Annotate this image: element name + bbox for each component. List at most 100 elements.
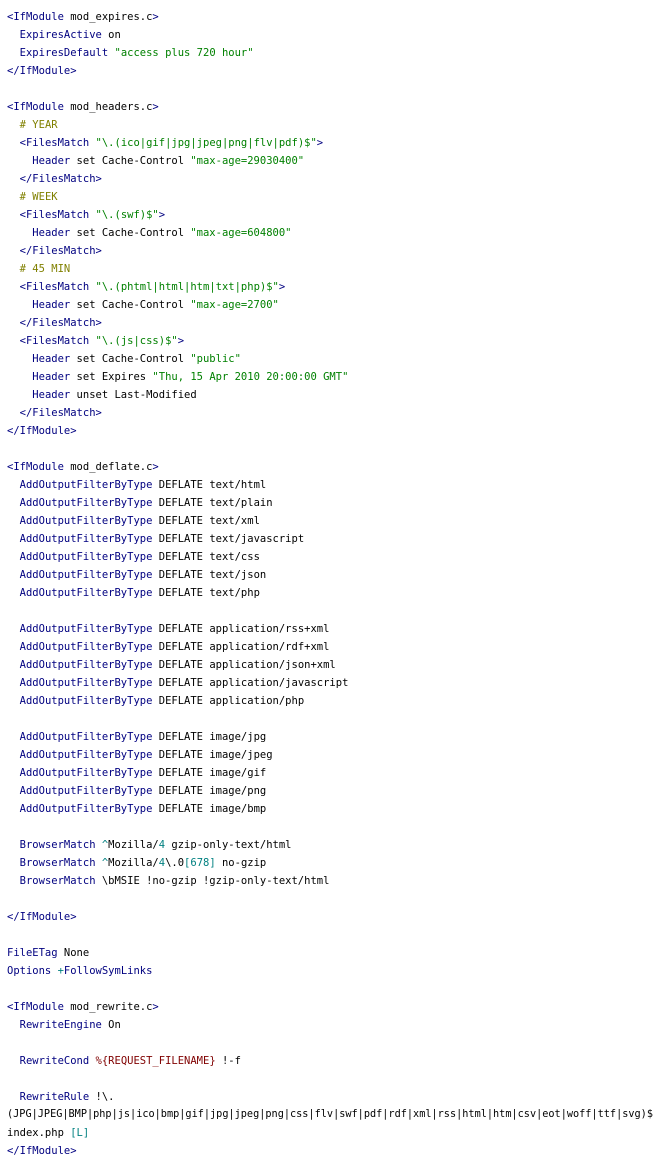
code-line: AddOutputFilterByType DEFLATE applicatio… bbox=[7, 692, 657, 710]
code-tag: <IfModule bbox=[7, 1001, 64, 1013]
code-line: # WEEK bbox=[7, 188, 657, 206]
code-directive: Header bbox=[32, 299, 71, 311]
code-tag: > bbox=[316, 137, 324, 149]
code-directive: AddOutputFilterByType bbox=[19, 659, 153, 671]
code-line: # 45 MIN bbox=[7, 260, 657, 278]
code-text: DEFLATE text/javascript bbox=[152, 533, 305, 545]
code-string: "public" bbox=[190, 353, 241, 365]
code-tag: </FilesMatch> bbox=[19, 317, 102, 329]
code-tag: > bbox=[152, 1001, 159, 1013]
code-line: AddOutputFilterByType DEFLATE text/xml bbox=[7, 512, 657, 530]
code-directive: AddOutputFilterByType bbox=[19, 785, 153, 797]
code-listing: <IfModule mod_expires.c> ExpiresActive o… bbox=[7, 8, 657, 1160]
code-comment: # YEAR bbox=[19, 119, 58, 131]
code-tag: </IfModule> bbox=[7, 65, 77, 77]
code-string: "max-age=2700" bbox=[190, 299, 279, 311]
code-text: DEFLATE text/json bbox=[152, 569, 267, 581]
code-line: index.php [L] bbox=[7, 1124, 657, 1142]
code-text: !-f bbox=[215, 1055, 241, 1067]
code-line: </FilesMatch> bbox=[7, 314, 657, 332]
code-directive: AddOutputFilterByType bbox=[19, 695, 153, 707]
code-text: DEFLATE text/html bbox=[152, 479, 267, 491]
code-text: \bMSIE !no-gzip !gzip-only-text/html bbox=[95, 875, 330, 887]
code-text: DEFLATE application/rdf+xml bbox=[152, 641, 330, 653]
code-tag: > bbox=[152, 461, 159, 473]
code-text: DEFLATE text/php bbox=[152, 587, 260, 599]
code-directive: AddOutputFilterByType bbox=[19, 677, 153, 689]
code-directive: AddOutputFilterByType bbox=[19, 731, 153, 743]
code-line: <FilesMatch "\.(js|css)$"> bbox=[7, 332, 657, 350]
code-directive: Header bbox=[32, 389, 71, 401]
code-text: DEFLATE application/json+xml bbox=[152, 659, 336, 671]
code-directive: AddOutputFilterByType bbox=[19, 569, 153, 581]
code-directive: AddOutputFilterByType bbox=[19, 515, 153, 527]
code-text: !\. bbox=[89, 1091, 115, 1103]
code-line: RewriteRule !\. bbox=[7, 1088, 657, 1106]
code-directive: Header bbox=[32, 155, 71, 167]
code-text: DEFLATE application/php bbox=[152, 695, 305, 707]
code-line: Header unset Last-Modified bbox=[7, 386, 657, 404]
code-directive: RewriteEngine bbox=[19, 1019, 102, 1031]
code-text: on bbox=[101, 29, 121, 41]
code-text: DEFLATE text/xml bbox=[152, 515, 260, 527]
code-line: RewriteCond %{REQUEST_FILENAME} !-f bbox=[7, 1052, 657, 1070]
code-directive: Header bbox=[32, 353, 71, 365]
code-line: ExpiresActive on bbox=[7, 26, 657, 44]
code-directive: AddOutputFilterByType bbox=[19, 497, 153, 509]
code-line: BrowserMatch ^Mozilla/4\.0[678] no-gzip bbox=[7, 854, 657, 872]
code-line: </IfModule> bbox=[7, 1142, 657, 1160]
code-tag: > bbox=[152, 11, 159, 23]
code-string: "\.(js|css)$" bbox=[95, 335, 178, 347]
code-text: DEFLATE text/plain bbox=[152, 497, 273, 509]
code-tag: </FilesMatch> bbox=[19, 173, 102, 185]
code-directive: BrowserMatch bbox=[19, 839, 96, 851]
code-line: Header set Expires "Thu, 15 Apr 2010 20:… bbox=[7, 368, 657, 386]
code-line: Header set Cache-Control "max-age=604800… bbox=[7, 224, 657, 242]
code-text: mod_deflate.c bbox=[63, 461, 153, 473]
code-line: AddOutputFilterByType DEFLATE image/jpeg bbox=[7, 746, 657, 764]
code-line: AddOutputFilterByType DEFLATE image/png bbox=[7, 782, 657, 800]
code-tag: <FilesMatch bbox=[19, 137, 90, 149]
code-line: </IfModule> bbox=[7, 422, 657, 440]
code-line: AddOutputFilterByType DEFLATE image/bmp bbox=[7, 800, 657, 818]
code-directive: AddOutputFilterByType bbox=[19, 803, 153, 815]
code-line: AddOutputFilterByType DEFLATE text/html bbox=[7, 476, 657, 494]
code-text: index.php bbox=[7, 1127, 71, 1139]
code-directive: FileETag bbox=[7, 947, 58, 959]
code-comment: # 45 MIN bbox=[19, 263, 71, 275]
code-tag: > bbox=[152, 101, 159, 113]
code-line: AddOutputFilterByType DEFLATE text/php bbox=[7, 584, 657, 602]
code-directive: BrowserMatch bbox=[19, 875, 96, 887]
code-text: DEFLATE image/png bbox=[152, 785, 267, 797]
code-line: <IfModule mod_expires.c> bbox=[7, 8, 657, 26]
code-line: AddOutputFilterByType DEFLATE applicatio… bbox=[7, 674, 657, 692]
code-line: <IfModule mod_rewrite.c> bbox=[7, 998, 657, 1016]
code-line: </IfModule> bbox=[7, 908, 657, 926]
code-text: DEFLATE image/jpg bbox=[152, 731, 267, 743]
code-tag: <IfModule bbox=[7, 101, 64, 113]
code-line: AddOutputFilterByType DEFLATE applicatio… bbox=[7, 638, 657, 656]
code-string: "max-age=29030400" bbox=[190, 155, 305, 167]
code-line: </FilesMatch> bbox=[7, 170, 657, 188]
code-directive: Options bbox=[7, 965, 52, 977]
